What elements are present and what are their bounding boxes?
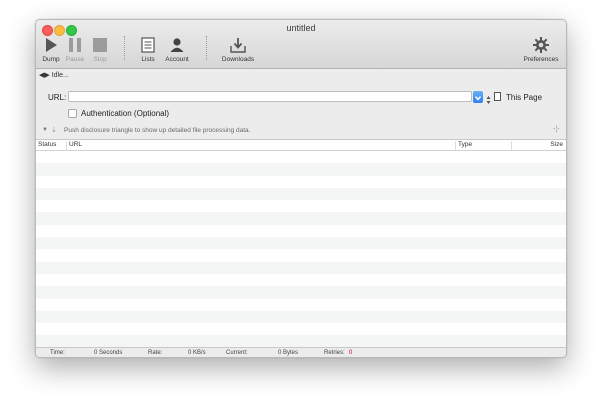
downloads-label: Downloads	[221, 56, 255, 63]
dump-label: Dump	[42, 56, 60, 63]
app-window: untitled Dump Pause Stop Lists Account D…	[35, 19, 567, 358]
table-row	[36, 286, 566, 299]
column-header-type[interactable]: Type	[455, 141, 511, 150]
table-row	[36, 212, 566, 225]
pause-icon	[69, 38, 81, 52]
table-row	[36, 163, 566, 176]
table-row	[36, 176, 566, 188]
time-label: Time:	[50, 350, 65, 356]
downloads-table: Status URL Type Size	[36, 139, 566, 348]
time-value: 0 Seconds	[94, 350, 123, 356]
url-history-dropdown[interactable]	[473, 91, 483, 103]
gear-icon	[533, 37, 549, 53]
account-button[interactable]: Account	[162, 37, 192, 63]
up-down-arrows-icon	[486, 96, 491, 104]
table-row	[36, 299, 566, 311]
retries-label: Retries:	[324, 350, 345, 356]
table-row	[36, 237, 566, 250]
activity-arrows-icon: ◀▶	[39, 72, 50, 79]
retries-value: 0	[349, 350, 353, 356]
rate-label: Rate:	[148, 350, 163, 356]
status-bar: Time: 0 Seconds Rate: 0 KB/s Current: 0 …	[36, 347, 566, 357]
table-row	[36, 225, 566, 237]
disclosure-hint: Push disclosure triangle to show up deta…	[64, 127, 251, 134]
preferences-button[interactable]: Preferences	[520, 37, 562, 63]
page-icon	[494, 92, 501, 101]
authentication-checkbox[interactable]	[68, 109, 77, 118]
content-area: ◀▶ Idle... URL: This Page Authentication…	[36, 69, 566, 357]
status-indicator: ◀▶ Idle...	[39, 71, 69, 79]
scope-label[interactable]: This Page	[506, 93, 542, 102]
play-icon	[46, 38, 57, 52]
current-label: Current:	[226, 350, 248, 356]
table-row	[36, 151, 566, 163]
preferences-label: Preferences	[523, 56, 559, 63]
disclosure-triangle[interactable]: ▼	[42, 127, 48, 133]
status-text: Idle...	[51, 72, 69, 79]
expand-icon[interactable]: -¦-	[553, 126, 559, 133]
url-label: URL:	[48, 93, 67, 102]
authentication-label[interactable]: Authentication (Optional)	[81, 109, 169, 118]
stop-label: Stop	[93, 56, 107, 63]
column-header-url[interactable]: URL	[66, 141, 455, 150]
lists-icon	[141, 37, 155, 53]
titlebar: untitled Dump Pause Stop Lists Account D…	[36, 20, 566, 69]
stop-icon	[93, 38, 107, 52]
table-row	[36, 310, 566, 324]
downloads-button[interactable]: Downloads	[218, 37, 258, 63]
account-label: Account	[165, 56, 189, 63]
table-body	[36, 151, 566, 348]
toolbar-separator	[124, 36, 125, 60]
table-header: Status URL Type Size	[36, 140, 566, 151]
column-header-size[interactable]: Size	[511, 141, 566, 150]
table-row	[36, 200, 566, 212]
scope-stepper[interactable]	[486, 92, 491, 104]
table-row	[36, 274, 566, 286]
lists-button[interactable]: Lists	[137, 37, 159, 63]
pause-label: Pause	[65, 56, 85, 63]
lists-label: Lists	[141, 56, 155, 63]
toolbar-separator	[206, 36, 207, 60]
person-icon	[170, 38, 184, 52]
table-row	[36, 261, 566, 274]
table-row	[36, 187, 566, 201]
stop-button[interactable]: Stop	[88, 37, 112, 63]
info-download-icon: ⇣	[51, 127, 57, 134]
table-row	[36, 249, 566, 261]
pause-button[interactable]: Pause	[63, 37, 87, 63]
column-header-status[interactable]: Status	[36, 141, 66, 150]
download-tray-icon	[230, 38, 246, 53]
chevron-down-icon	[474, 96, 482, 101]
url-input[interactable]	[68, 91, 472, 102]
dump-button[interactable]: Dump	[39, 37, 63, 63]
rate-value: 0 KB/s	[188, 350, 206, 356]
table-row	[36, 323, 566, 335]
table-row	[36, 335, 566, 348]
current-value: 0 Bytes	[278, 350, 299, 356]
window-title: untitled	[286, 23, 316, 33]
